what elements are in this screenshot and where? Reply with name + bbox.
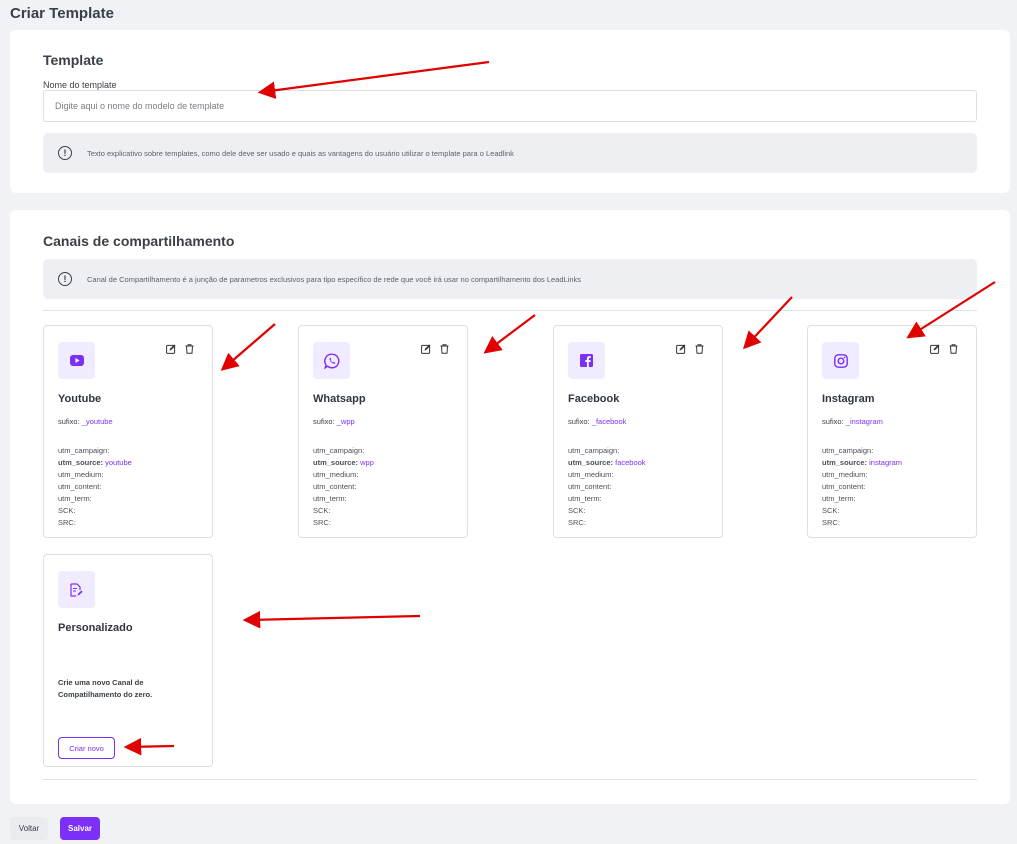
info-icon: ! bbox=[58, 146, 72, 160]
create-new-button[interactable]: Criar novo bbox=[58, 737, 115, 759]
channel-card-youtube: Youtube sufixo: _youtube utm_campaign: u… bbox=[43, 325, 213, 538]
channels-info-box: ! Canal de Compartilhamento é a junção d… bbox=[43, 259, 977, 299]
channel-name: Youtube bbox=[58, 393, 102, 405]
back-button[interactable]: Voltar bbox=[10, 817, 48, 840]
save-button[interactable]: Salvar bbox=[60, 817, 100, 840]
channel-card-custom: Personalizado Crie uma novo Canal de Com… bbox=[43, 554, 213, 767]
custom-description: Crie uma novo Canal de Compatilhamento d… bbox=[58, 678, 153, 699]
trash-icon[interactable] bbox=[440, 344, 449, 354]
utm-list: utm_campaign: utm_source: wpp utm_medium… bbox=[313, 446, 374, 527]
trash-icon[interactable] bbox=[185, 344, 194, 354]
template-name-label: Nome do template bbox=[43, 80, 117, 90]
channel-suffix: sufixo: _instagram bbox=[822, 417, 883, 426]
channel-suffix: sufixo: _wpp bbox=[313, 417, 355, 426]
utm-list: utm_campaign: utm_source: youtube utm_me… bbox=[58, 446, 132, 527]
youtube-icon bbox=[58, 342, 95, 379]
channels-panel: Canais de compartilhamento ! Canal de Co… bbox=[10, 210, 1010, 804]
channel-name: Whatsapp bbox=[313, 393, 366, 405]
edit-icon[interactable] bbox=[421, 344, 431, 354]
channel-name: Facebook bbox=[568, 393, 620, 405]
channel-name: Instagram bbox=[822, 393, 875, 405]
template-info-text: Texto explicativo sobre templates, como … bbox=[87, 148, 514, 158]
template-panel: Template Nome do template ! Texto explic… bbox=[10, 30, 1010, 193]
edit-icon[interactable] bbox=[166, 344, 176, 354]
channel-suffix: sufixo: _youtube bbox=[58, 417, 113, 426]
channels-info-text: Canal de Compartilhamento é a junção de … bbox=[87, 274, 582, 284]
trash-icon[interactable] bbox=[949, 344, 958, 354]
template-section-title: Template bbox=[43, 52, 104, 68]
template-info-box: ! Texto explicativo sobre templates, com… bbox=[43, 133, 977, 173]
channel-suffix: sufixo: _facebook bbox=[568, 417, 627, 426]
template-name-input[interactable] bbox=[43, 90, 977, 122]
channel-name: Personalizado bbox=[58, 622, 133, 634]
utm-list: utm_campaign: utm_source: facebook utm_m… bbox=[568, 446, 646, 527]
facebook-icon bbox=[568, 342, 605, 379]
whatsapp-icon bbox=[313, 342, 350, 379]
channel-card-instagram: Instagram sufixo: _instagram utm_campaig… bbox=[807, 325, 977, 538]
document-edit-icon bbox=[58, 571, 95, 608]
edit-icon[interactable] bbox=[930, 344, 940, 354]
edit-icon[interactable] bbox=[676, 344, 686, 354]
page-title: Criar Template bbox=[10, 5, 114, 22]
instagram-icon bbox=[822, 342, 859, 379]
divider bbox=[43, 310, 977, 311]
channel-card-whatsapp: Whatsapp sufixo: _wpp utm_campaign: utm_… bbox=[298, 325, 468, 538]
channels-section-title: Canais de compartilhamento bbox=[43, 233, 235, 249]
trash-icon[interactable] bbox=[695, 344, 704, 354]
info-icon: ! bbox=[58, 272, 72, 286]
divider bbox=[43, 779, 977, 780]
channel-card-facebook: Facebook sufixo: _facebook utm_campaign:… bbox=[553, 325, 723, 538]
utm-list: utm_campaign: utm_source: instagram utm_… bbox=[822, 446, 903, 527]
